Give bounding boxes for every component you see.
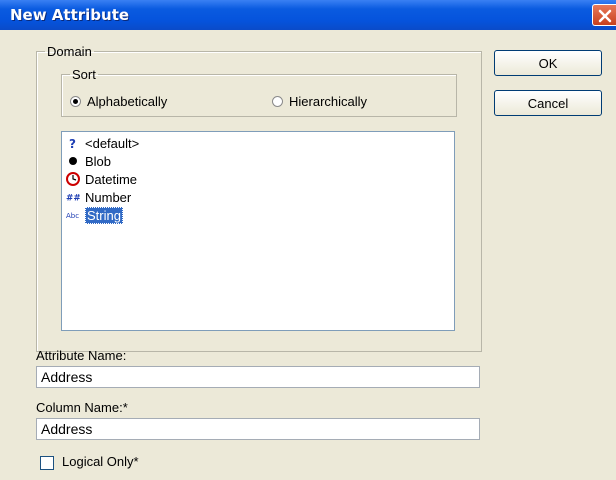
- list-item-label: Blob: [85, 153, 112, 169]
- close-button[interactable]: [592, 4, 616, 26]
- list-item-blob[interactable]: Blob: [66, 152, 111, 170]
- abc-icon: Abc: [66, 208, 80, 222]
- radio-hierarchically[interactable]: Hierarchically: [272, 94, 367, 109]
- logical-only-checkbox[interactable]: [40, 456, 54, 470]
- radio-alphabetically[interactable]: Alphabetically: [70, 94, 167, 109]
- list-item-datetime[interactable]: Datetime: [66, 170, 137, 188]
- attribute-name-label: Attribute Name:: [36, 348, 127, 363]
- radio-button-hierarchically[interactable]: [272, 96, 283, 107]
- list-item-label: Number: [85, 189, 132, 205]
- ok-button[interactable]: OK: [494, 50, 602, 76]
- svg-text:?: ?: [69, 137, 76, 150]
- sort-legend: Sort: [72, 67, 96, 82]
- svg-text:Abc: Abc: [66, 212, 79, 220]
- radio-label-alphabetically: Alphabetically: [87, 94, 168, 109]
- attribute-name-input[interactable]: Address: [36, 366, 480, 388]
- list-item-label-selected: String: [85, 206, 123, 224]
- dialog-body: Domain Sort Alphabetically Hierarchicall…: [0, 30, 616, 480]
- cancel-button[interactable]: Cancel: [494, 90, 602, 116]
- column-name-label: Column Name:*: [36, 400, 128, 415]
- list-item-default[interactable]: ? <default>: [66, 134, 139, 152]
- question-icon: ?: [66, 136, 80, 150]
- hash-icon: ###: [66, 190, 80, 204]
- window-title: New Attribute: [10, 6, 130, 24]
- list-item-label: <default>: [85, 135, 140, 151]
- list-item-label: Datetime: [85, 171, 138, 187]
- clock-icon: [66, 172, 80, 186]
- radio-label-hierarchically: Hierarchically: [289, 94, 368, 109]
- column-name-input[interactable]: Address: [36, 418, 480, 440]
- bullet-icon: [66, 154, 80, 168]
- domain-legend: Domain: [47, 44, 92, 59]
- domain-listbox[interactable]: ? <default> Blob Datetime ### N: [61, 131, 455, 331]
- list-item-number[interactable]: ### Number: [66, 188, 131, 206]
- radio-button-alphabetically[interactable]: [70, 96, 81, 107]
- list-item-string[interactable]: Abc String: [66, 206, 123, 224]
- logical-only-label: Logical Only*: [62, 454, 139, 469]
- svg-text:###: ###: [66, 194, 80, 204]
- domain-group: Domain Sort Alphabetically Hierarchicall…: [36, 44, 482, 352]
- close-icon: [598, 9, 612, 23]
- title-bar: New Attribute: [0, 0, 616, 30]
- sort-group: Sort Alphabetically Hierarchically: [61, 67, 457, 117]
